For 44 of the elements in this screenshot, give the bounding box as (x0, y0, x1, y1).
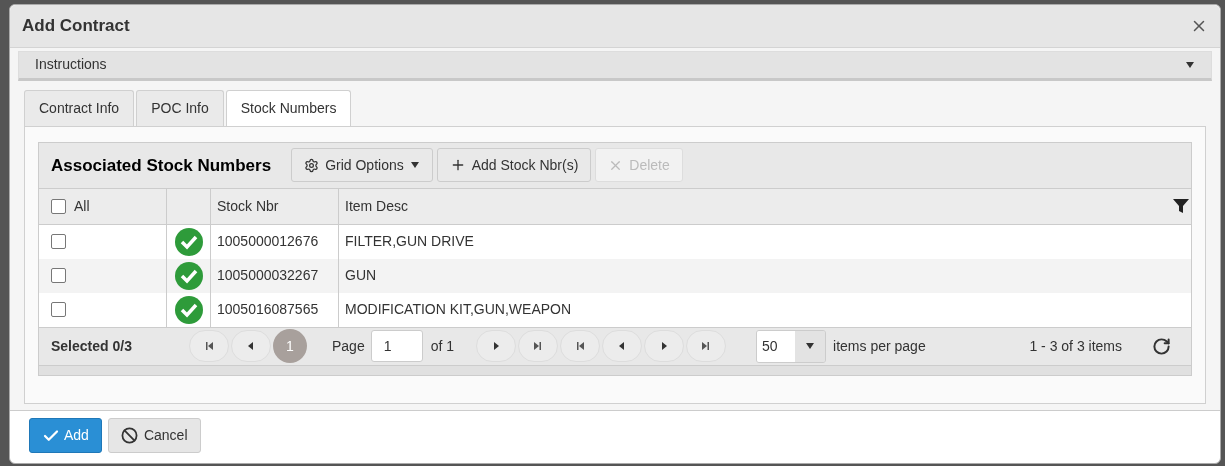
last-page-button[interactable] (518, 330, 559, 363)
first-page-icon (204, 341, 214, 352)
filter-icon[interactable] (1173, 198, 1189, 215)
add-button[interactable]: Add (29, 418, 102, 454)
page-size-label: items per page (833, 337, 926, 356)
page-input[interactable]: 1 (370, 330, 423, 363)
column-header[interactable]: Item Desc (345, 196, 408, 217)
item-range: 1 - 3 of 3 items (1029, 337, 1122, 356)
column-header[interactable]: Stock Nbr (217, 196, 279, 217)
table-cell-text: 1005000012676 (217, 232, 319, 252)
table-cell-text: MODIFICATION KIT,GUN,WEAPON (345, 300, 572, 320)
checkbox[interactable] (51, 302, 66, 318)
refresh-icon[interactable] (1152, 337, 1171, 356)
caret-icon (1185, 60, 1195, 70)
checkbox[interactable] (51, 199, 66, 214)
cancel-icon (120, 427, 138, 445)
table-cell-text: FILTER,GUN DRIVE (345, 232, 474, 252)
first-page-button[interactable] (189, 330, 229, 363)
first-page-icon (575, 341, 586, 352)
grid-title: Associated Stock Numbers (51, 154, 272, 177)
checkbox[interactable] (51, 268, 66, 284)
first-page-button[interactable] (560, 330, 601, 363)
page-total: of 1 (430, 337, 455, 356)
tab[interactable]: Contract Info (24, 90, 135, 126)
checkbox[interactable] (51, 234, 66, 250)
table-cell-text: GUN (345, 266, 377, 286)
selected-count: Selected 0/3 (51, 337, 133, 356)
cancel-button[interactable]: Cancel (107, 418, 201, 454)
table-cell-text: 1005000032267 (217, 266, 319, 286)
page-label: Page (332, 337, 365, 356)
column-header: All (74, 197, 90, 216)
gear-icon (304, 158, 320, 173)
toolbar-button[interactable]: Add Stock Nbr(s) (436, 148, 592, 183)
table-cell-text: 1005016087565 (217, 300, 319, 320)
last-page-button[interactable] (686, 330, 727, 363)
tab[interactable]: POC Info (136, 90, 224, 126)
toolbar-button[interactable]: Grid Options (291, 148, 433, 183)
last-page-icon (701, 341, 712, 352)
last-page-icon (533, 341, 544, 352)
instructions-bar[interactable]: Instructions (18, 51, 1212, 81)
previous-icon (246, 341, 256, 352)
window-title: Add Contract (22, 15, 130, 38)
page-size-dropdown[interactable]: 50 (756, 330, 827, 363)
tab[interactable]: Stock Numbers (225, 90, 352, 126)
